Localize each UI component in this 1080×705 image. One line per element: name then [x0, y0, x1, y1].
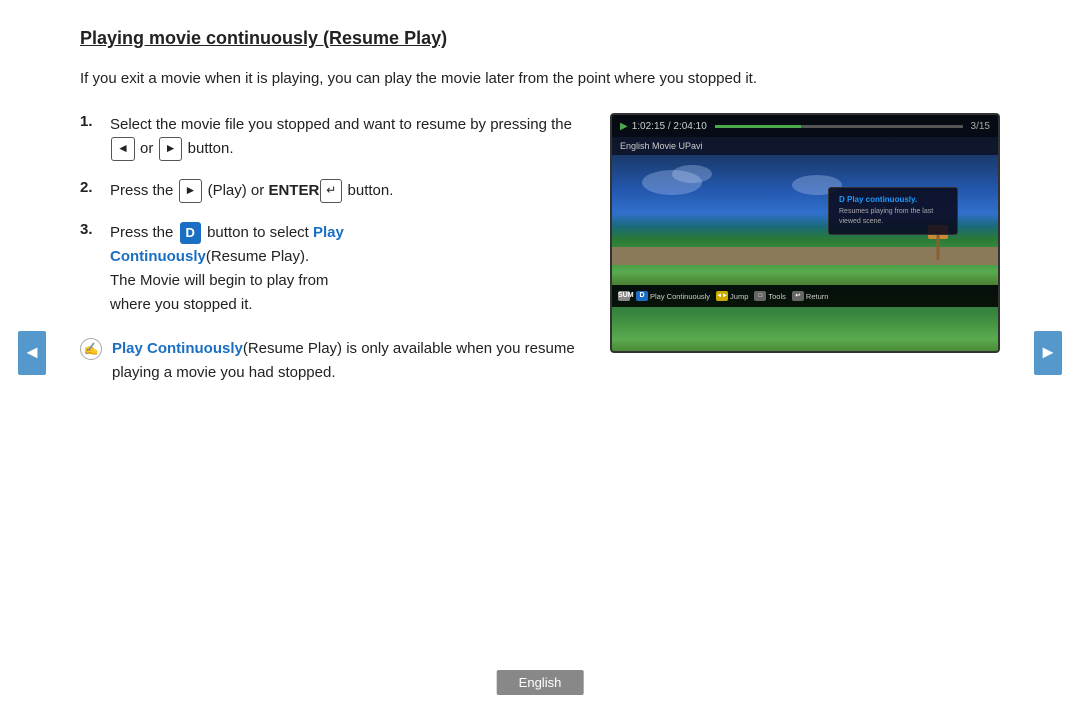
language-button[interactable]: English [497, 670, 584, 695]
main-layout: 1. Select the movie file you stopped and… [80, 113, 1000, 385]
note-section: ✍ Play Continuously(Resume Play) is only… [80, 337, 580, 385]
step-3-text: Press the D button to select PlayContinu… [110, 221, 344, 317]
tv-page-num: 3/15 [971, 121, 990, 132]
cloud-2 [672, 165, 712, 183]
step-1-text-middle: or [136, 140, 158, 157]
step-1-text: Select the movie file you stopped and wa… [110, 113, 580, 161]
jump-label: Jump [730, 292, 748, 301]
tools-label: Tools [768, 292, 786, 301]
note-text: Play Continuously(Resume Play) is only a… [112, 337, 580, 385]
step-2-text: Press the ► (Play) or ENTER↵ button. [110, 179, 393, 203]
jump-icon: ◄► [716, 291, 728, 301]
d-button-inline: D [180, 222, 201, 245]
tv-movie-title: English Movie UPavi [620, 141, 703, 151]
steps-column: 1. Select the movie file you stopped and… [80, 113, 580, 385]
return-label: Return [806, 292, 829, 301]
tools-icon: □ [754, 291, 766, 301]
step-2-text-middle: (Play) or [203, 182, 268, 199]
bottom-btn-play-cont: D Play Continuously [636, 291, 710, 301]
enter-label: ENTER [268, 182, 319, 199]
popup-title: D Play continuously. [839, 195, 947, 204]
popup-subtitle: Resumes playing from the last viewed sce… [839, 207, 947, 227]
tv-bottom-bar: SUM D Play Continuously ◄► Jump □ Tools [612, 285, 998, 307]
bottom-lang: English [497, 674, 584, 691]
step-1-text-before: Select the movie file you stopped and wa… [110, 116, 572, 133]
return-icon: ↩ [792, 291, 804, 301]
step-2-text-after: button. [343, 182, 393, 199]
note-blue-text: Play Continuously [112, 340, 243, 357]
popup-menu: D Play continuously. Resumes playing fro… [828, 187, 958, 235]
enter-button-icon: ↵ [320, 179, 342, 202]
tv-play-icon: ▶ [620, 121, 628, 132]
step-2: 2. Press the ► (Play) or ENTER↵ button. [80, 179, 580, 203]
sum-icon: SUM [618, 291, 630, 301]
step-3: 3. Press the D button to select PlayCont… [80, 221, 580, 317]
sign-pole [937, 232, 940, 260]
tv-top-bar: ▶ 1:02:15 / 2:04:10 3/15 [612, 115, 998, 137]
step-2-num: 2. [80, 179, 100, 196]
tv-progress-bar [715, 125, 963, 128]
note-icon: ✍ [80, 338, 102, 360]
step-2-text-before: Press the [110, 182, 178, 199]
nav-arrow-right[interactable]: ► [1034, 331, 1062, 375]
bottom-btn-sum: SUM [618, 291, 630, 301]
tv-scene: D Play continuously. Resumes playing fro… [612, 155, 998, 285]
step-1: 1. Select the movie file you stopped and… [80, 113, 580, 161]
screenshot-area: ▶ 1:02:15 / 2:04:10 3/15 English Movie U… [610, 113, 1000, 353]
page-content: Playing movie continuously (Resume Play)… [0, 0, 1080, 405]
bottom-btn-jump: ◄► Jump [716, 291, 748, 301]
tv-progress-fill [715, 125, 802, 128]
intro-text: If you exit a movie when it is playing, … [80, 67, 1000, 91]
back-button-icon: ◄ [111, 137, 135, 160]
play-cont-label: Play Continuously [650, 292, 710, 301]
nav-arrow-left[interactable]: ◄ [18, 331, 46, 375]
d-icon: D [636, 291, 648, 301]
step-1-num: 1. [80, 113, 100, 130]
page-title: Playing movie continuously (Resume Play) [80, 28, 1000, 49]
bottom-btn-tools: □ Tools [754, 291, 786, 301]
left-arrow-icon: ◄ [23, 342, 41, 363]
forward-button-icon: ► [159, 137, 183, 160]
step-3-num: 3. [80, 221, 100, 238]
tv-screen: ▶ 1:02:15 / 2:04:10 3/15 English Movie U… [610, 113, 1000, 353]
play-button-icon: ► [179, 179, 203, 202]
step-1-text-after: button. [183, 140, 233, 157]
tv-time: 1:02:15 / 2:04:10 [632, 121, 707, 132]
tv-title-bar: English Movie UPavi [612, 137, 998, 155]
right-arrow-icon: ► [1039, 342, 1057, 363]
bottom-btn-return: ↩ Return [792, 291, 829, 301]
